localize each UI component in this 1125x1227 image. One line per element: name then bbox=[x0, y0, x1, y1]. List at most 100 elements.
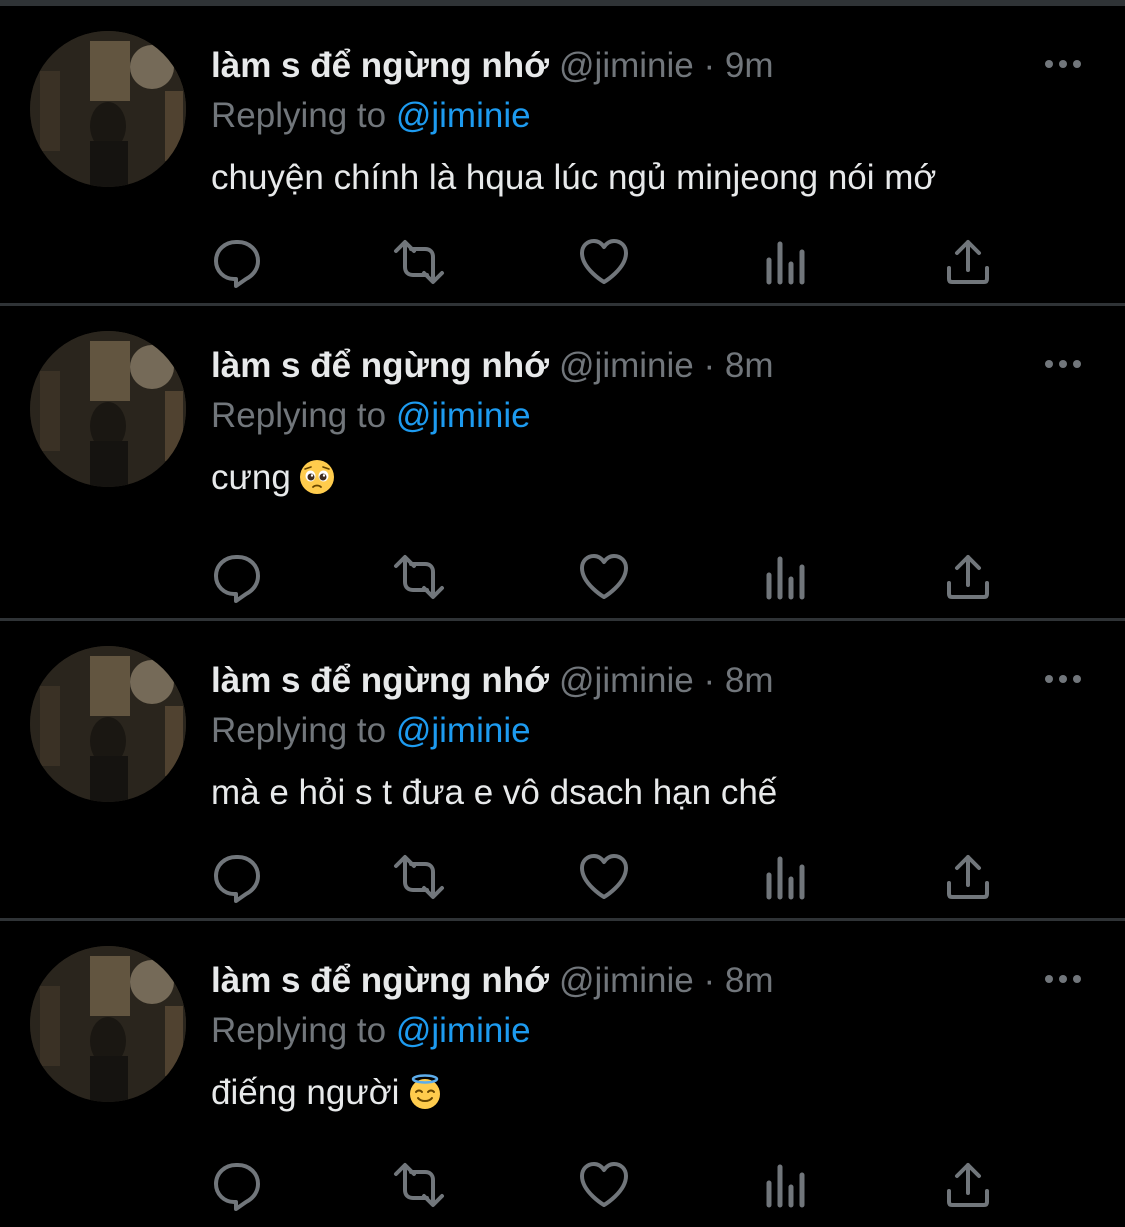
replying-to: Replying to @jiminie bbox=[211, 705, 531, 757]
more-options-icon[interactable] bbox=[1043, 667, 1083, 691]
handle-and-time: @jiminie · 9m bbox=[559, 46, 774, 85]
tweet-actions bbox=[0, 549, 1125, 609]
avatar[interactable] bbox=[30, 646, 186, 802]
tweet[interactable]: làm s để ngừng nhớ @jiminie · 8m Replying… bbox=[0, 621, 1125, 921]
avatar-photo bbox=[30, 31, 186, 187]
handle-and-time: @jiminie · 8m bbox=[559, 346, 774, 385]
more-options-icon[interactable] bbox=[1043, 52, 1083, 76]
share-button[interactable] bbox=[940, 549, 996, 605]
like-button[interactable] bbox=[576, 549, 632, 605]
views-button[interactable] bbox=[758, 849, 814, 905]
retweet-icon bbox=[394, 555, 444, 599]
replying-to: Replying to @jiminie bbox=[211, 390, 531, 442]
timestamp[interactable]: 9m bbox=[725, 46, 774, 85]
reply-button[interactable] bbox=[210, 234, 266, 290]
tweet-header: làm s để ngừng nhớ @jiminie · 8m bbox=[211, 655, 774, 707]
reply-button[interactable] bbox=[210, 549, 266, 605]
tweet-text: mà e hỏi s t đưa e vô dsach hạn chế bbox=[211, 767, 777, 819]
views-icon bbox=[766, 856, 805, 900]
share-icon bbox=[947, 240, 989, 284]
timestamp[interactable]: 8m bbox=[725, 961, 774, 1000]
handle[interactable]: @jiminie bbox=[559, 961, 694, 1000]
timestamp[interactable]: 8m bbox=[725, 346, 774, 385]
avatar[interactable] bbox=[30, 31, 186, 187]
avatar-photo bbox=[30, 646, 186, 802]
reply-button[interactable] bbox=[210, 1157, 266, 1213]
views-icon bbox=[766, 241, 805, 285]
display-name[interactable]: làm s để ngừng nhớ bbox=[211, 961, 549, 1000]
reply-icon bbox=[214, 555, 260, 603]
share-button[interactable] bbox=[940, 849, 996, 905]
like-button[interactable] bbox=[576, 1157, 632, 1213]
timestamp[interactable]: 8m bbox=[725, 661, 774, 700]
display-name[interactable]: làm s để ngừng nhớ bbox=[211, 46, 549, 85]
display-name[interactable]: làm s để ngừng nhớ bbox=[211, 346, 549, 385]
replying-handle-link[interactable]: @jiminie bbox=[396, 1011, 531, 1050]
reply-icon bbox=[214, 1163, 260, 1211]
tweet[interactable]: làm s để ngừng nhớ @jiminie · 8m Replying… bbox=[0, 921, 1125, 1227]
pleading-face-icon bbox=[299, 460, 334, 494]
replying-handle-link[interactable]: @jiminie bbox=[396, 711, 531, 750]
more-options-icon[interactable] bbox=[1043, 352, 1083, 376]
share-icon bbox=[947, 855, 989, 899]
retweet-button[interactable] bbox=[391, 849, 447, 905]
handle-and-time: @jiminie · 8m bbox=[559, 661, 774, 700]
share-icon bbox=[947, 555, 989, 599]
replying-handle-link[interactable]: @jiminie bbox=[396, 96, 531, 135]
reply-icon bbox=[214, 240, 260, 288]
replying-to: Replying to @jiminie bbox=[211, 1005, 531, 1057]
reply-button[interactable] bbox=[210, 849, 266, 905]
like-icon bbox=[580, 239, 628, 284]
replying-label: Replying to bbox=[211, 396, 387, 435]
tweet-text: cưng bbox=[211, 452, 335, 504]
handle-and-time: @jiminie · 8m bbox=[559, 961, 774, 1000]
replying-label: Replying to bbox=[211, 1011, 387, 1050]
tweet-header: làm s để ngừng nhớ @jiminie · 8m bbox=[211, 955, 774, 1007]
tweet-actions bbox=[0, 234, 1125, 294]
views-button[interactable] bbox=[758, 234, 814, 290]
handle[interactable]: @jiminie bbox=[559, 346, 694, 385]
tweet-header: làm s để ngừng nhớ @jiminie · 8m bbox=[211, 340, 774, 392]
tweet-text-content: điếng người bbox=[211, 1073, 400, 1112]
avatar[interactable] bbox=[30, 331, 186, 487]
views-icon bbox=[766, 556, 805, 600]
like-icon bbox=[580, 554, 628, 599]
share-button[interactable] bbox=[940, 234, 996, 290]
like-button[interactable] bbox=[576, 849, 632, 905]
tweet-text: điếng người bbox=[211, 1067, 443, 1119]
halo-face-icon bbox=[410, 1074, 441, 1109]
tweet[interactable]: làm s để ngừng nhớ @jiminie · 9m Replying… bbox=[0, 6, 1125, 306]
replying-label: Replying to bbox=[211, 711, 387, 750]
avatar-photo bbox=[30, 946, 186, 1102]
share-icon bbox=[947, 1163, 989, 1207]
retweet-icon bbox=[394, 240, 444, 284]
retweet-icon bbox=[394, 855, 444, 899]
retweet-button[interactable] bbox=[391, 549, 447, 605]
replying-to: Replying to @jiminie bbox=[211, 90, 531, 142]
replying-handle-link[interactable]: @jiminie bbox=[396, 396, 531, 435]
tweet-actions bbox=[0, 849, 1125, 909]
tweet-text-content: chuyện chính là hqua lúc ngủ minjeong nó… bbox=[211, 158, 937, 197]
like-button[interactable] bbox=[576, 234, 632, 290]
retweet-icon bbox=[394, 1163, 444, 1207]
more-options-icon[interactable] bbox=[1043, 967, 1083, 991]
tweet-text: chuyện chính là hqua lúc ngủ minjeong nó… bbox=[211, 152, 936, 204]
share-button[interactable] bbox=[940, 1157, 996, 1213]
display-name[interactable]: làm s để ngừng nhớ bbox=[211, 661, 549, 700]
tweet-text-content: cưng bbox=[211, 458, 291, 497]
like-icon bbox=[580, 1162, 628, 1207]
like-icon bbox=[580, 854, 628, 899]
handle[interactable]: @jiminie bbox=[559, 46, 694, 85]
handle[interactable]: @jiminie bbox=[559, 661, 694, 700]
views-icon bbox=[766, 1164, 805, 1208]
replying-label: Replying to bbox=[211, 96, 387, 135]
tweet-text-content: mà e hỏi s t đưa e vô dsach hạn chế bbox=[211, 773, 778, 812]
views-button[interactable] bbox=[758, 549, 814, 605]
views-button[interactable] bbox=[758, 1157, 814, 1213]
retweet-button[interactable] bbox=[391, 1157, 447, 1213]
tweet-header: làm s để ngừng nhớ @jiminie · 9m bbox=[211, 40, 774, 92]
reply-icon bbox=[214, 855, 260, 903]
retweet-button[interactable] bbox=[391, 234, 447, 290]
tweet[interactable]: làm s để ngừng nhớ @jiminie · 8m Replying… bbox=[0, 306, 1125, 621]
avatar[interactable] bbox=[30, 946, 186, 1102]
